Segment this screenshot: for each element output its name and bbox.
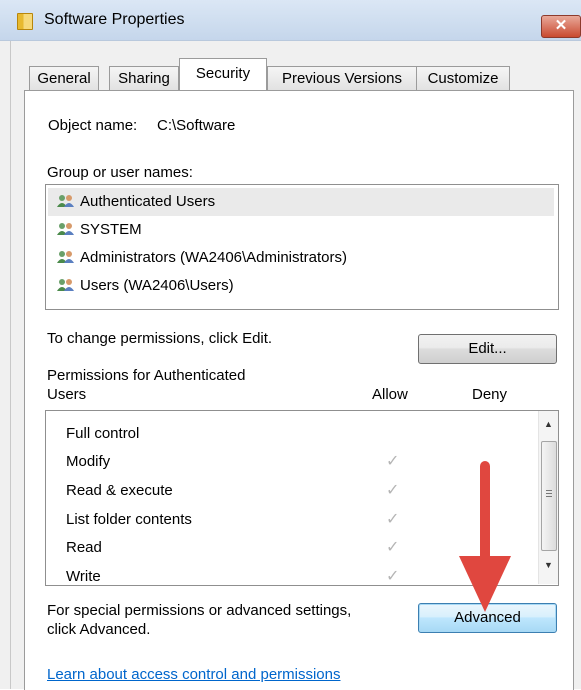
- user-row-system[interactable]: SYSTEM: [48, 216, 554, 244]
- close-button[interactable]: ✕: [541, 15, 581, 38]
- allow-check-icon: ✓: [386, 539, 400, 556]
- window-title: Software Properties: [44, 11, 185, 28]
- tab-general[interactable]: General: [29, 66, 99, 91]
- permission-row: Full control: [46, 421, 536, 449]
- permission-label: Full control: [66, 425, 140, 442]
- users-icon: [57, 278, 75, 292]
- permission-label: Read & execute: [66, 482, 173, 499]
- user-label: SYSTEM: [80, 221, 142, 238]
- scroll-down-icon[interactable]: ▼: [542, 560, 555, 570]
- user-label: Authenticated Users: [80, 193, 216, 210]
- user-label: Users (WA2406\Users): [80, 277, 234, 294]
- deny-column-header: Deny: [472, 386, 508, 403]
- permissions-for-label: Permissions for Authenticated: [47, 367, 246, 384]
- user-row-administrators[interactable]: Administrators (WA2406\Administrators): [48, 244, 554, 272]
- learn-access-control-link[interactable]: Learn about access control and permissio…: [47, 666, 341, 683]
- special-permissions-text: For special permissions or advanced sett…: [47, 602, 352, 619]
- users-icon: [57, 194, 75, 208]
- allow-check-icon: ✓: [386, 568, 400, 585]
- group-or-user-names-label: Group or user names:: [47, 164, 193, 181]
- allow-check-icon: ✓: [386, 453, 400, 470]
- tab-sharing[interactable]: Sharing: [109, 66, 179, 91]
- window-left-border: [10, 41, 11, 689]
- allow-check-icon: ✓: [386, 482, 400, 499]
- permission-label: List folder contents: [66, 511, 192, 528]
- tab-customize[interactable]: Customize: [416, 66, 510, 91]
- folder-icon: [17, 13, 33, 30]
- scroll-up-icon[interactable]: ▲: [542, 419, 555, 429]
- change-permissions-text: To change permissions, click Edit.: [47, 330, 273, 347]
- permission-label: Write: [66, 568, 101, 585]
- object-name-label: Object name:: [48, 117, 138, 134]
- title-bar: Software Properties ✕: [0, 0, 581, 41]
- scroll-thumb[interactable]: [541, 441, 557, 551]
- edit-button[interactable]: Edit...: [418, 334, 557, 364]
- permission-label: Read: [66, 539, 102, 556]
- user-list[interactable]: Authenticated Users SYSTEM Administrator…: [45, 184, 559, 310]
- object-name-value: C:\Software: [157, 117, 236, 134]
- allow-check-icon: ✓: [386, 511, 400, 528]
- user-row-authenticated-users[interactable]: Authenticated Users: [48, 188, 554, 216]
- user-row-users[interactable]: Users (WA2406\Users): [48, 272, 554, 300]
- user-label: Administrators (WA2406\Administrators): [80, 249, 348, 266]
- permission-label: Modify: [66, 453, 111, 470]
- permissions-scrollbar[interactable]: ▲ ▼: [538, 411, 558, 584]
- permissions-for-label-user: Users: [47, 386, 87, 403]
- users-icon: [57, 250, 75, 264]
- users-icon: [57, 222, 75, 236]
- special-permissions-text-2: click Advanced.: [47, 621, 151, 638]
- red-arrow-annotation-icon: [459, 461, 511, 612]
- tab-previous-versions[interactable]: Previous Versions: [267, 66, 417, 91]
- tab-security[interactable]: Security: [179, 58, 267, 92]
- allow-column-header: Allow: [372, 386, 408, 403]
